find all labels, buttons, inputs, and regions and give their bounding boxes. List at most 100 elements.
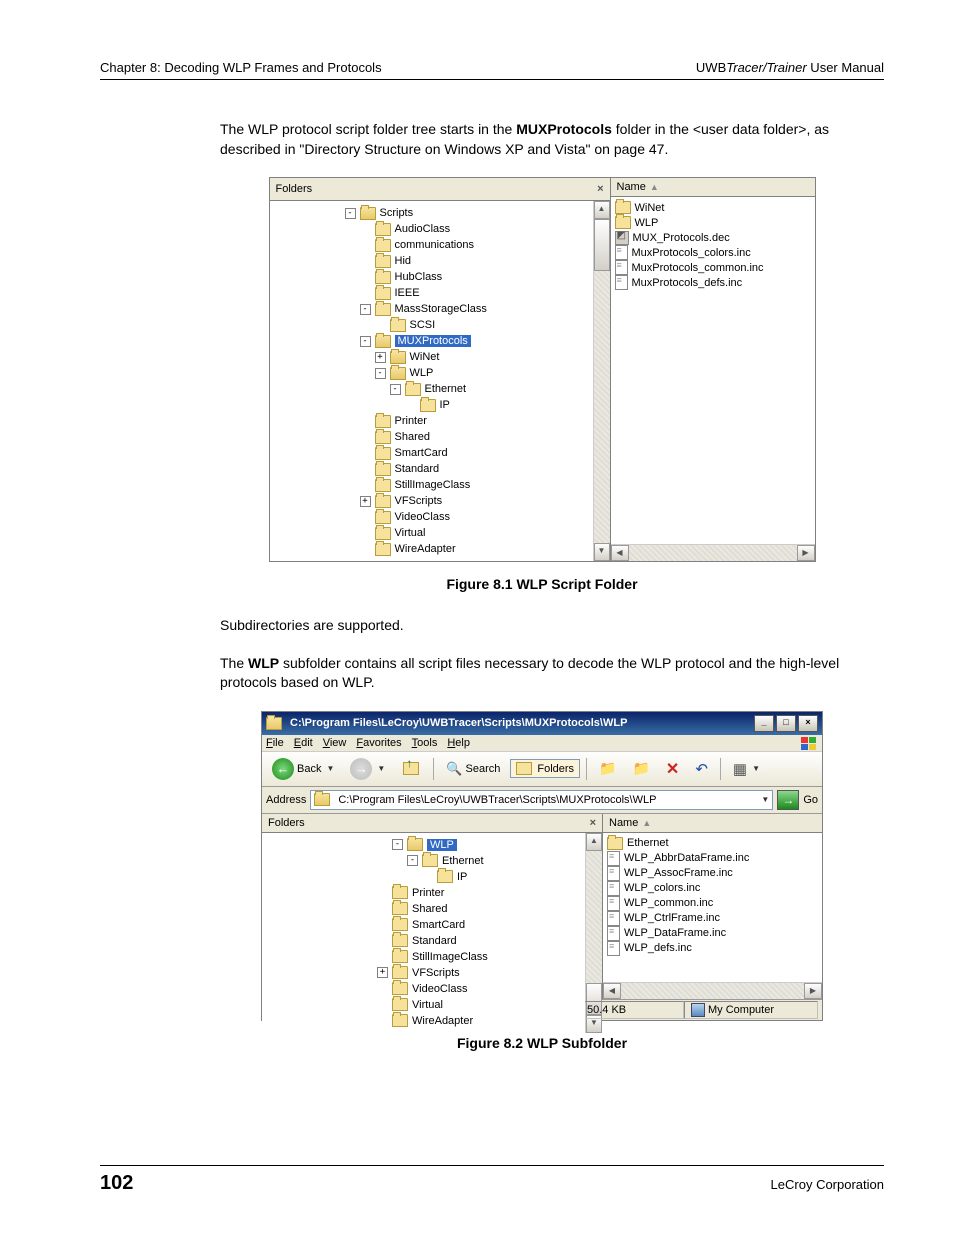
- window-titlebar[interactable]: C:\Program Files\LeCroy\UWBTracer\Script…: [262, 712, 822, 735]
- list-item[interactable]: WLP: [611, 215, 815, 230]
- scroll-left-icon[interactable]: ◀: [611, 545, 629, 561]
- tree-item[interactable]: SCSI: [270, 317, 593, 333]
- address-input[interactable]: C:\Program Files\LeCroy\UWBTracer\Script…: [310, 790, 773, 810]
- collapse-icon[interactable]: -: [345, 208, 356, 219]
- list-item[interactable]: WLP_DataFrame.inc: [603, 926, 822, 941]
- list-item[interactable]: MuxProtocols_defs.inc: [611, 275, 815, 290]
- list-item[interactable]: MUX_Protocols.dec: [611, 230, 815, 245]
- menu-file[interactable]: File: [266, 737, 284, 749]
- tree-item[interactable]: Shared: [262, 901, 585, 917]
- copy-to-button[interactable]: 📁: [626, 757, 655, 780]
- dropdown-icon[interactable]: ▼: [761, 795, 769, 804]
- tree-item[interactable]: communications: [270, 237, 593, 253]
- tree-item[interactable]: Hid: [270, 253, 593, 269]
- horizontal-scrollbar[interactable]: ◀ ▶: [611, 544, 815, 561]
- tree-item[interactable]: AudioClass: [270, 221, 593, 237]
- folder-tree[interactable]: -WLP-EthernetIPPrinterSharedSmartCardSta…: [262, 833, 585, 1033]
- tree-item[interactable]: WireAdapter: [270, 541, 593, 557]
- close-icon[interactable]: ×: [590, 817, 596, 829]
- list-item[interactable]: WLP_AbbrDataFrame.inc: [603, 851, 822, 866]
- undo-button[interactable]: ↶: [689, 757, 714, 781]
- tree-item[interactable]: Standard: [262, 933, 585, 949]
- scroll-right-icon[interactable]: ▶: [804, 983, 822, 999]
- list-item[interactable]: WLP_CtrlFrame.inc: [603, 911, 822, 926]
- tree-item[interactable]: IEEE: [270, 285, 593, 301]
- tree-item[interactable]: IP: [262, 869, 585, 885]
- tree-item[interactable]: SmartCard: [270, 445, 593, 461]
- list-item[interactable]: Ethernet: [603, 836, 822, 851]
- collapse-icon[interactable]: -: [360, 336, 371, 347]
- menu-favorites[interactable]: Favorites: [356, 737, 401, 749]
- tree-item[interactable]: VideoClass: [270, 509, 593, 525]
- tree-item[interactable]: Virtual: [270, 525, 593, 541]
- vertical-scrollbar[interactable]: ▲ ▼: [593, 201, 610, 561]
- close-icon[interactable]: ×: [597, 183, 603, 195]
- views-button[interactable]: ▦▼: [727, 757, 766, 781]
- tree-item[interactable]: VideoClass: [262, 981, 585, 997]
- horizontal-scrollbar[interactable]: ◀ ▶: [603, 982, 822, 999]
- tree-item[interactable]: -MassStorageClass: [270, 301, 593, 317]
- folder-tree[interactable]: -ScriptsAudioClasscommunicationsHidHubCl…: [270, 201, 593, 561]
- menu-edit[interactable]: Edit: [294, 737, 313, 749]
- tree-item[interactable]: -WLP: [270, 365, 593, 381]
- up-button[interactable]: ↑: [395, 756, 427, 782]
- scroll-down-icon[interactable]: ▼: [594, 543, 610, 561]
- search-button[interactable]: Search: [440, 758, 506, 780]
- expand-icon[interactable]: +: [360, 496, 371, 507]
- tree-item[interactable]: Printer: [270, 413, 593, 429]
- tree-item[interactable]: -Ethernet: [270, 381, 593, 397]
- maximize-button[interactable]: □: [776, 715, 796, 732]
- list-item[interactable]: WLP_defs.inc: [603, 941, 822, 956]
- menu-tools[interactable]: Tools: [412, 737, 438, 749]
- delete-button[interactable]: ✕: [660, 756, 685, 782]
- tree-item[interactable]: +VFScripts: [270, 493, 593, 509]
- file-list[interactable]: WiNetWLPMUX_Protocols.decMuxProtocols_co…: [611, 197, 815, 544]
- tree-item[interactable]: Printer: [262, 885, 585, 901]
- collapse-icon[interactable]: -: [390, 384, 401, 395]
- forward-button[interactable]: → ▼: [344, 755, 391, 783]
- tree-item[interactable]: -Scripts: [270, 205, 593, 221]
- list-item[interactable]: WiNet: [611, 200, 815, 215]
- tree-item[interactable]: -Ethernet: [262, 853, 585, 869]
- collapse-icon[interactable]: -: [407, 855, 418, 866]
- collapse-icon[interactable]: -: [392, 839, 403, 850]
- scroll-up-icon[interactable]: ▲: [594, 201, 610, 219]
- tree-item[interactable]: StillImageClass: [270, 477, 593, 493]
- tree-item[interactable]: IP: [270, 397, 593, 413]
- tree-item[interactable]: Virtual: [262, 997, 585, 1013]
- folders-button[interactable]: Folders: [510, 759, 580, 778]
- minimize-button[interactable]: _: [754, 715, 774, 732]
- tree-item[interactable]: +WiNet: [270, 349, 593, 365]
- list-item[interactable]: WLP_colors.inc: [603, 881, 822, 896]
- expand-icon[interactable]: +: [375, 352, 386, 363]
- scroll-right-icon[interactable]: ▶: [797, 545, 815, 561]
- back-button[interactable]: ← Back ▼: [266, 755, 340, 783]
- scroll-left-icon[interactable]: ◀: [603, 983, 621, 999]
- collapse-icon[interactable]: -: [360, 304, 371, 315]
- list-item[interactable]: WLP_common.inc: [603, 896, 822, 911]
- tree-item[interactable]: WireAdapter: [262, 1013, 585, 1029]
- name-column-header[interactable]: Name ▲: [603, 814, 822, 833]
- move-to-button[interactable]: 📁: [593, 757, 622, 780]
- tree-item[interactable]: +VFScripts: [262, 965, 585, 981]
- tree-item[interactable]: -WLP: [262, 837, 585, 853]
- tree-item[interactable]: Standard: [270, 461, 593, 477]
- tree-item[interactable]: HubClass: [270, 269, 593, 285]
- file-list[interactable]: EthernetWLP_AbbrDataFrame.incWLP_AssocFr…: [603, 833, 822, 982]
- go-button[interactable]: →: [777, 790, 799, 810]
- tree-item[interactable]: SmartCard: [262, 917, 585, 933]
- list-item[interactable]: MuxProtocols_common.inc: [611, 260, 815, 275]
- name-column-header[interactable]: Name ▲: [611, 178, 815, 197]
- menu-bar[interactable]: File Edit View Favorites Tools Help: [262, 735, 822, 752]
- expand-icon[interactable]: +: [377, 967, 388, 978]
- tree-item[interactable]: Shared: [270, 429, 593, 445]
- list-item[interactable]: WLP_AssocFrame.inc: [603, 866, 822, 881]
- close-button[interactable]: ×: [798, 715, 818, 732]
- tree-item[interactable]: StillImageClass: [262, 949, 585, 965]
- menu-view[interactable]: View: [323, 737, 347, 749]
- menu-help[interactable]: Help: [447, 737, 470, 749]
- list-item[interactable]: MuxProtocols_colors.inc: [611, 245, 815, 260]
- tree-item[interactable]: -MUXProtocols: [270, 333, 593, 349]
- collapse-icon[interactable]: -: [375, 368, 386, 379]
- scroll-up-icon[interactable]: ▲: [586, 833, 602, 851]
